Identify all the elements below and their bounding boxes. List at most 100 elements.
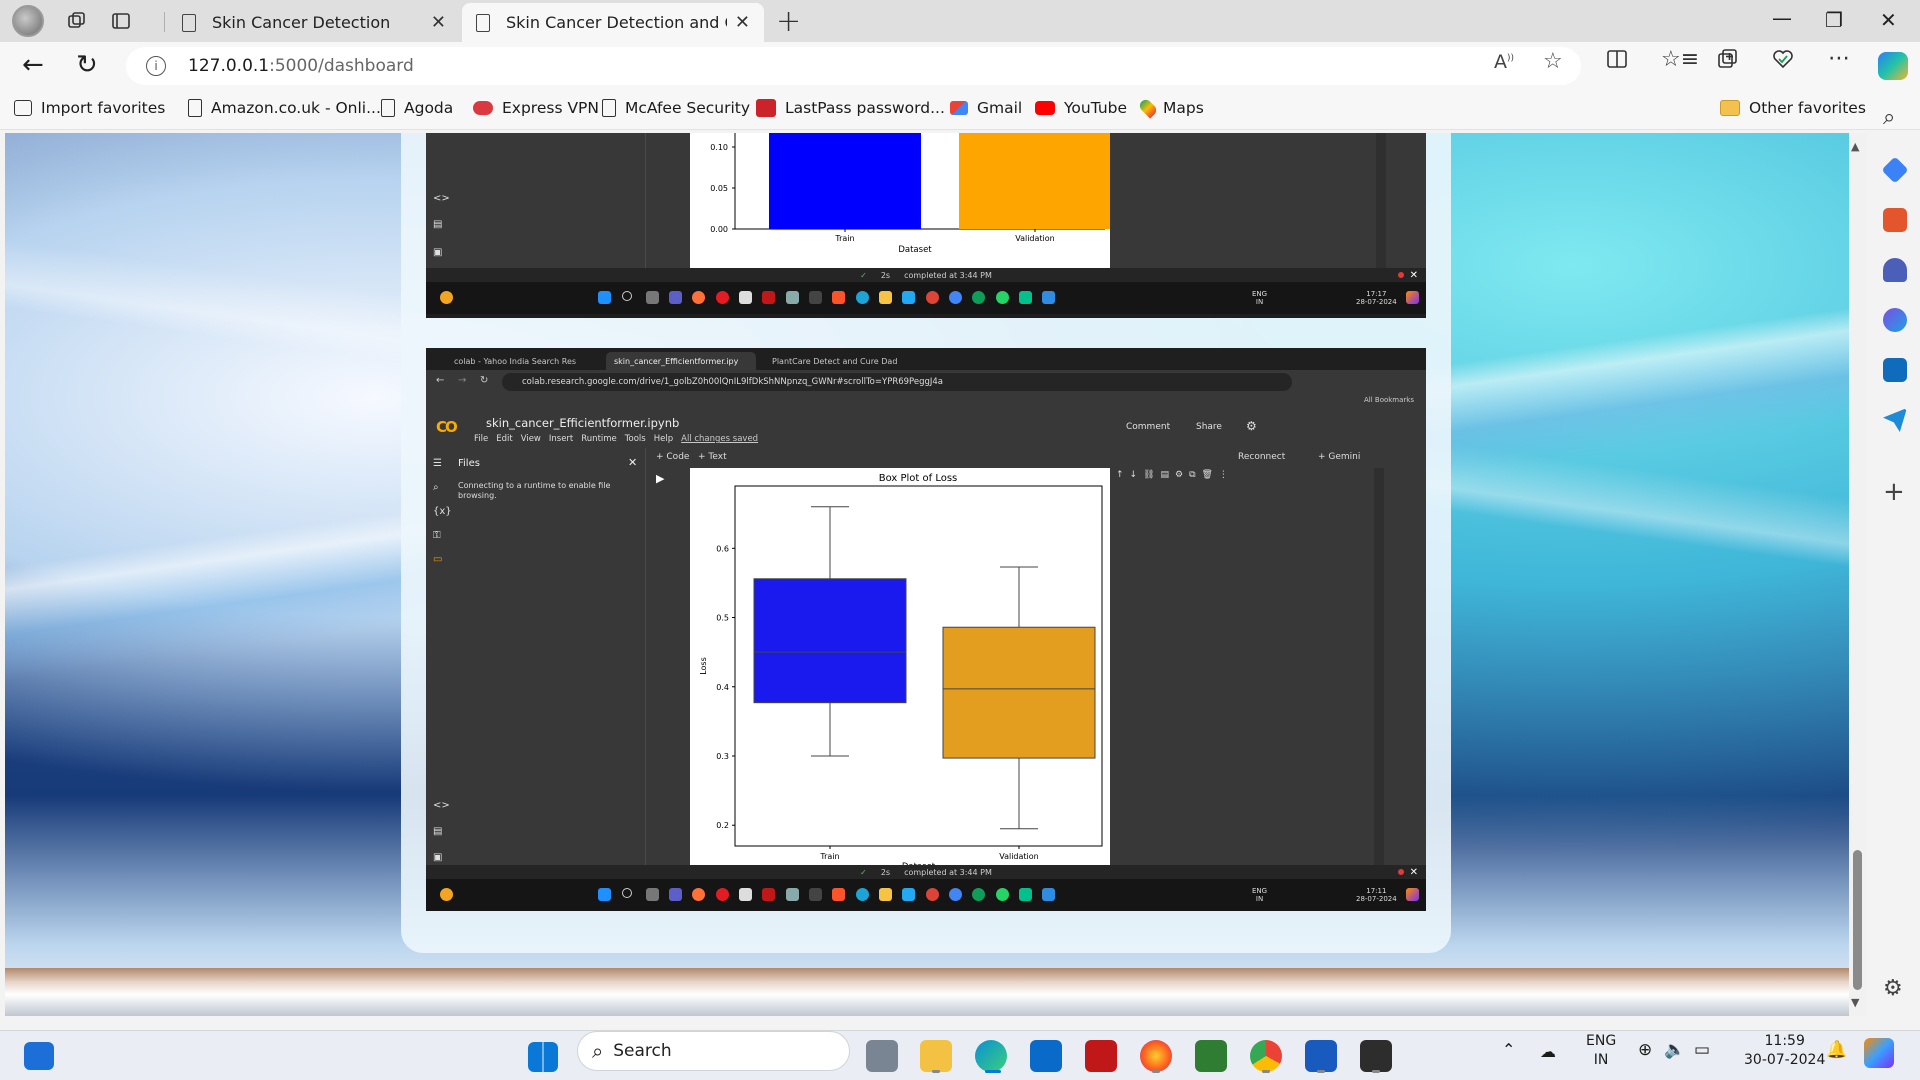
restore-icon[interactable]: ❐ xyxy=(1825,8,1843,32)
notepad-icon xyxy=(1019,291,1032,304)
comment-label: Comment xyxy=(1126,422,1171,432)
add-code-label: + Code xyxy=(656,452,690,462)
more-options-icon[interactable]: ⋯ xyxy=(1828,46,1850,71)
fav-gmail[interactable]: Gmail xyxy=(950,99,1022,117)
send-icon[interactable] xyxy=(1883,408,1907,432)
close-icon[interactable]: ✕ xyxy=(431,12,446,33)
fav-amazon[interactable]: Amazon.co.uk - Onli... xyxy=(188,99,381,117)
split-screen-icon[interactable] xyxy=(1606,48,1628,75)
clock-time: 17:17 xyxy=(1366,290,1387,298)
camera-icon xyxy=(786,888,799,901)
battery-icon[interactable]: ▭ xyxy=(1694,1041,1710,1060)
site-info-icon[interactable]: i xyxy=(146,56,166,76)
fav-mcafee[interactable]: McAfee Security xyxy=(602,99,750,117)
firefox-icon[interactable] xyxy=(1140,1040,1172,1072)
code-snippets-icon: <> xyxy=(433,193,450,204)
add-text-label: + Text xyxy=(698,452,727,462)
scroll-down-icon[interactable]: ▼ xyxy=(1851,996,1859,1009)
profile-avatar[interactable] xyxy=(12,5,44,37)
microsoft365-icon[interactable] xyxy=(1883,308,1907,332)
scroll-up-icon[interactable]: ▲ xyxy=(1851,140,1859,153)
close-window-icon[interactable]: ✕ xyxy=(1880,8,1897,32)
myhp-icon[interactable] xyxy=(1030,1040,1062,1072)
new-tab-icon[interactable]: + xyxy=(776,4,801,39)
fav-youtube[interactable]: YouTube xyxy=(1035,99,1127,117)
widgets-icon[interactable] xyxy=(24,1042,54,1070)
favorites-icon[interactable]: ☆≡ xyxy=(1661,47,1699,72)
mcafee-icon[interactable] xyxy=(1085,1040,1117,1072)
colab-logo-icon: CO xyxy=(436,418,458,436)
network-icon[interactable]: ⊕ xyxy=(1638,1041,1652,1060)
execution-status: ✓ 2s completed at 3:44 PM ✕ xyxy=(426,268,1426,282)
app-icon[interactable] xyxy=(1195,1040,1227,1072)
file-explorer-icon[interactable] xyxy=(920,1040,952,1072)
fav-expressvpn[interactable]: Express VPN xyxy=(473,99,599,117)
y-tick-label: 0.00 xyxy=(710,225,728,234)
minimize-icon[interactable]: — xyxy=(1772,6,1792,30)
windows-start-icon[interactable] xyxy=(528,1042,558,1072)
copilot-icon[interactable] xyxy=(1878,52,1908,80)
edge-icon[interactable] xyxy=(975,1040,1007,1072)
games-icon[interactable] xyxy=(1883,258,1907,282)
address-bar[interactable]: i 127.0.0.1:5000/dashboard xyxy=(126,47,1581,85)
run-cell-icon: ▶ xyxy=(656,472,665,485)
shopping-tag-icon[interactable] xyxy=(1881,156,1909,184)
taskbar-search[interactable]: ⌕ Search xyxy=(577,1031,850,1071)
refresh-icon[interactable]: ↻ xyxy=(76,50,98,80)
forward-icon: → xyxy=(458,375,467,386)
notebook-title: skin_cancer_Efficientformer.ipynb xyxy=(486,416,680,430)
fav-label: Other favorites xyxy=(1749,99,1866,117)
fav-agoda[interactable]: Agoda xyxy=(381,99,453,117)
collections-icon[interactable] xyxy=(1716,48,1738,75)
favorite-star-icon[interactable]: ☆ xyxy=(1543,49,1563,74)
task-view-icon[interactable] xyxy=(866,1040,898,1072)
back-icon[interactable]: ← xyxy=(22,50,44,80)
close-icon[interactable]: ✕ xyxy=(735,12,750,33)
region-text: IN xyxy=(1593,1052,1609,1068)
scrollbar[interactable] xyxy=(1376,133,1386,268)
fav-lastpass[interactable]: LastPass password... xyxy=(756,99,945,117)
chrome-icon xyxy=(949,888,962,901)
volume-icon[interactable]: 🔈 xyxy=(1664,1041,1685,1060)
copilot-icon[interactable] xyxy=(1864,1038,1894,1068)
colab-notebook-area: 0.10 0.05 0.00 Train Validation Dataset xyxy=(646,133,1426,268)
search-icon xyxy=(622,291,632,301)
running-indicator xyxy=(1152,1070,1160,1073)
notification-bell-icon[interactable]: 🔔 xyxy=(1826,1041,1847,1060)
chrome-icon[interactable] xyxy=(1250,1040,1282,1072)
inner-url-bar: colab.research.google.com/drive/1_golbZ0… xyxy=(502,373,1292,391)
running-indicator xyxy=(1372,1070,1380,1073)
workspaces-icon[interactable] xyxy=(62,7,92,35)
word-icon[interactable] xyxy=(1305,1040,1337,1072)
chevron-up-icon[interactable]: ⌃ xyxy=(1502,1040,1515,1059)
tab-separator xyxy=(164,12,165,32)
add-icon[interactable]: + xyxy=(1883,479,1907,506)
opera-icon xyxy=(716,888,729,901)
settings-icon[interactable]: ⚙ xyxy=(1883,976,1907,1001)
language-indicator[interactable]: ENG IN xyxy=(1586,1032,1616,1070)
code-snippets-icon: <> xyxy=(433,800,450,811)
tab-skin-cancer-detection[interactable]: Skin Cancer Detection ✕ xyxy=(168,3,460,42)
terminal-icon[interactable] xyxy=(1360,1040,1392,1072)
menu-item: Help xyxy=(653,434,674,444)
tools-icon[interactable] xyxy=(1883,208,1907,232)
page-scrollbar-thumb[interactable] xyxy=(1853,850,1862,990)
browser-essentials-icon[interactable] xyxy=(1772,49,1794,74)
read-aloud-icon[interactable]: A)) xyxy=(1494,51,1514,73)
terminal-icon: ▣ xyxy=(433,852,443,863)
fav-maps[interactable]: Maps xyxy=(1137,97,1204,119)
search-icon[interactable]: ⌕ xyxy=(1883,105,1907,130)
youtube-icon xyxy=(1035,101,1055,115)
onedrive-icon[interactable]: ☁ xyxy=(1540,1042,1556,1061)
tab-skin-cancer-detection-cure[interactable]: Skin Cancer Detection and Cure I ✕ xyxy=(462,3,764,42)
inner-tab: skin_cancer_Efficientformer.ipy xyxy=(606,352,756,370)
fav-import-favorites[interactable]: Import favorites xyxy=(14,99,165,117)
fav-other-favorites[interactable]: Other favorites xyxy=(1720,99,1866,117)
search-icon: ⌕ xyxy=(592,1039,604,1063)
photos-icon xyxy=(1042,888,1055,901)
saved-status: All changes saved xyxy=(681,434,759,444)
outlook-icon[interactable] xyxy=(1883,358,1907,382)
clock[interactable]: 11:59 30-07-2024 xyxy=(1744,1032,1825,1070)
tab-actions-icon[interactable] xyxy=(106,7,136,35)
copilot-icon xyxy=(1406,291,1419,304)
